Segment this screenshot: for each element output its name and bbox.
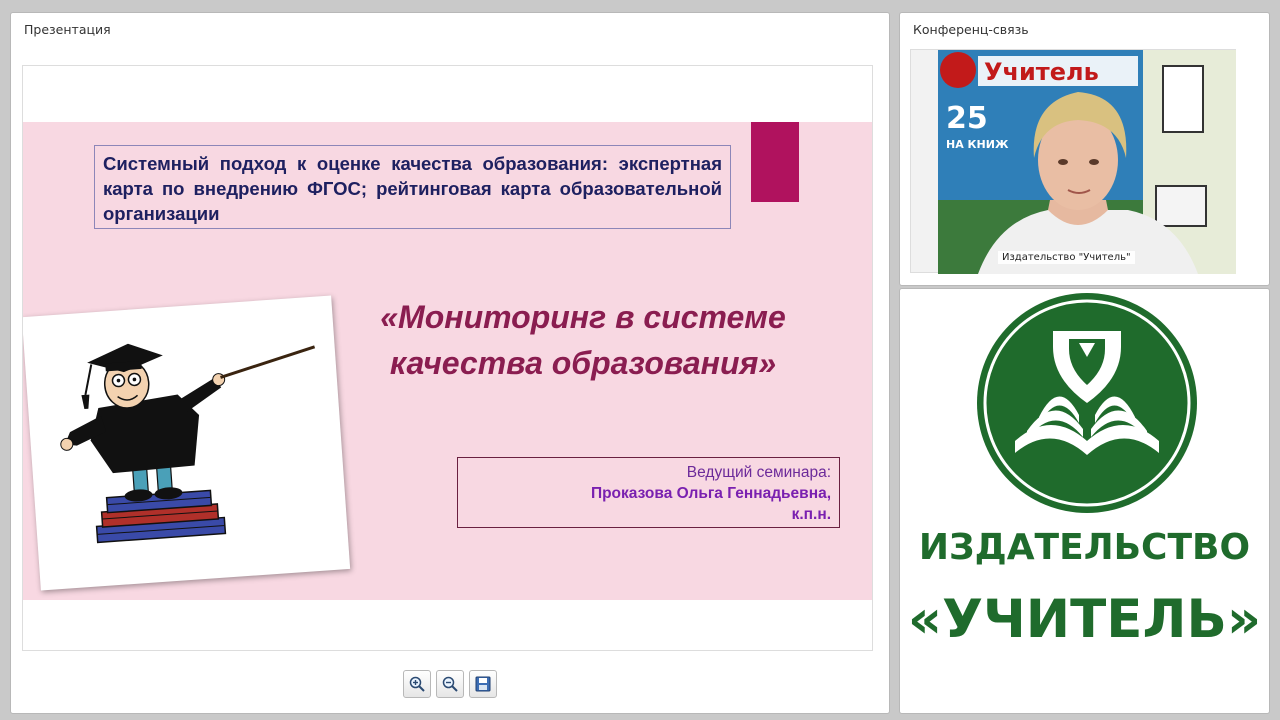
slide-presenter-box: Ведущий семинара: Проказова Ольга Геннад… — [457, 457, 840, 528]
svg-text:НА КНИЖ: НА КНИЖ — [946, 138, 1009, 151]
svg-text:25: 25 — [946, 101, 988, 136]
svg-text:Учитель: Учитель — [984, 58, 1099, 86]
slide-accent-square — [751, 122, 799, 202]
logo-text-name: «УЧИТЕЛЬ» — [907, 589, 1262, 650]
slide-title-line-1: «Мониторинг в системе — [380, 299, 786, 335]
slide-main-title: «Мониторинг в системе качества образован… — [333, 294, 833, 386]
save-button[interactable] — [469, 670, 497, 698]
video-participant-label: Издательство "Учитель" — [998, 251, 1135, 264]
presentation-panel: Презентация Системный подход к оценке ка… — [10, 12, 890, 714]
teacher-illustration — [23, 295, 351, 591]
presentation-slide: Системный подход к оценке качества образ… — [22, 65, 873, 651]
slide-title-line-2: качества образования» — [389, 345, 777, 381]
zoom-in-icon — [409, 676, 425, 692]
zoom-out-icon — [442, 676, 458, 692]
logo-text-publisher: ИЗДАТЕЛЬСТВО — [918, 527, 1251, 568]
logo-panel: ИЗДАТЕЛЬСТВО «УЧИТЕЛЬ» — [899, 288, 1270, 714]
presenter-label: Ведущий семинара: — [686, 464, 831, 481]
presentation-panel-title: Презентация — [24, 22, 111, 37]
presentation-toolbar — [403, 670, 497, 698]
teacher-cartoon-image — [60, 343, 316, 544]
presenter-degree: к.п.н. — [791, 506, 831, 523]
zoom-out-button[interactable] — [436, 670, 464, 698]
webcam-image: Учитель 25 НА КНИЖ — [938, 50, 1236, 274]
save-icon — [475, 676, 491, 692]
slide-subject-box: Системный подход к оценке качества образ… — [94, 145, 731, 229]
zoom-in-button[interactable] — [403, 670, 431, 698]
publisher-logo-emblem — [977, 293, 1197, 513]
presenter-name: Проказова Ольга Геннадьевна, — [590, 485, 831, 502]
video-frame: Учитель 25 НА КНИЖ — [938, 50, 1236, 274]
video-feed[interactable]: Учитель 25 НА КНИЖ Издательство "Учитель… — [910, 49, 1236, 274]
conference-panel-title: Конференц-связь — [913, 22, 1029, 37]
conference-panel: Конференц-связь Учитель 25 НА КНИЖ Издат… — [899, 12, 1270, 286]
